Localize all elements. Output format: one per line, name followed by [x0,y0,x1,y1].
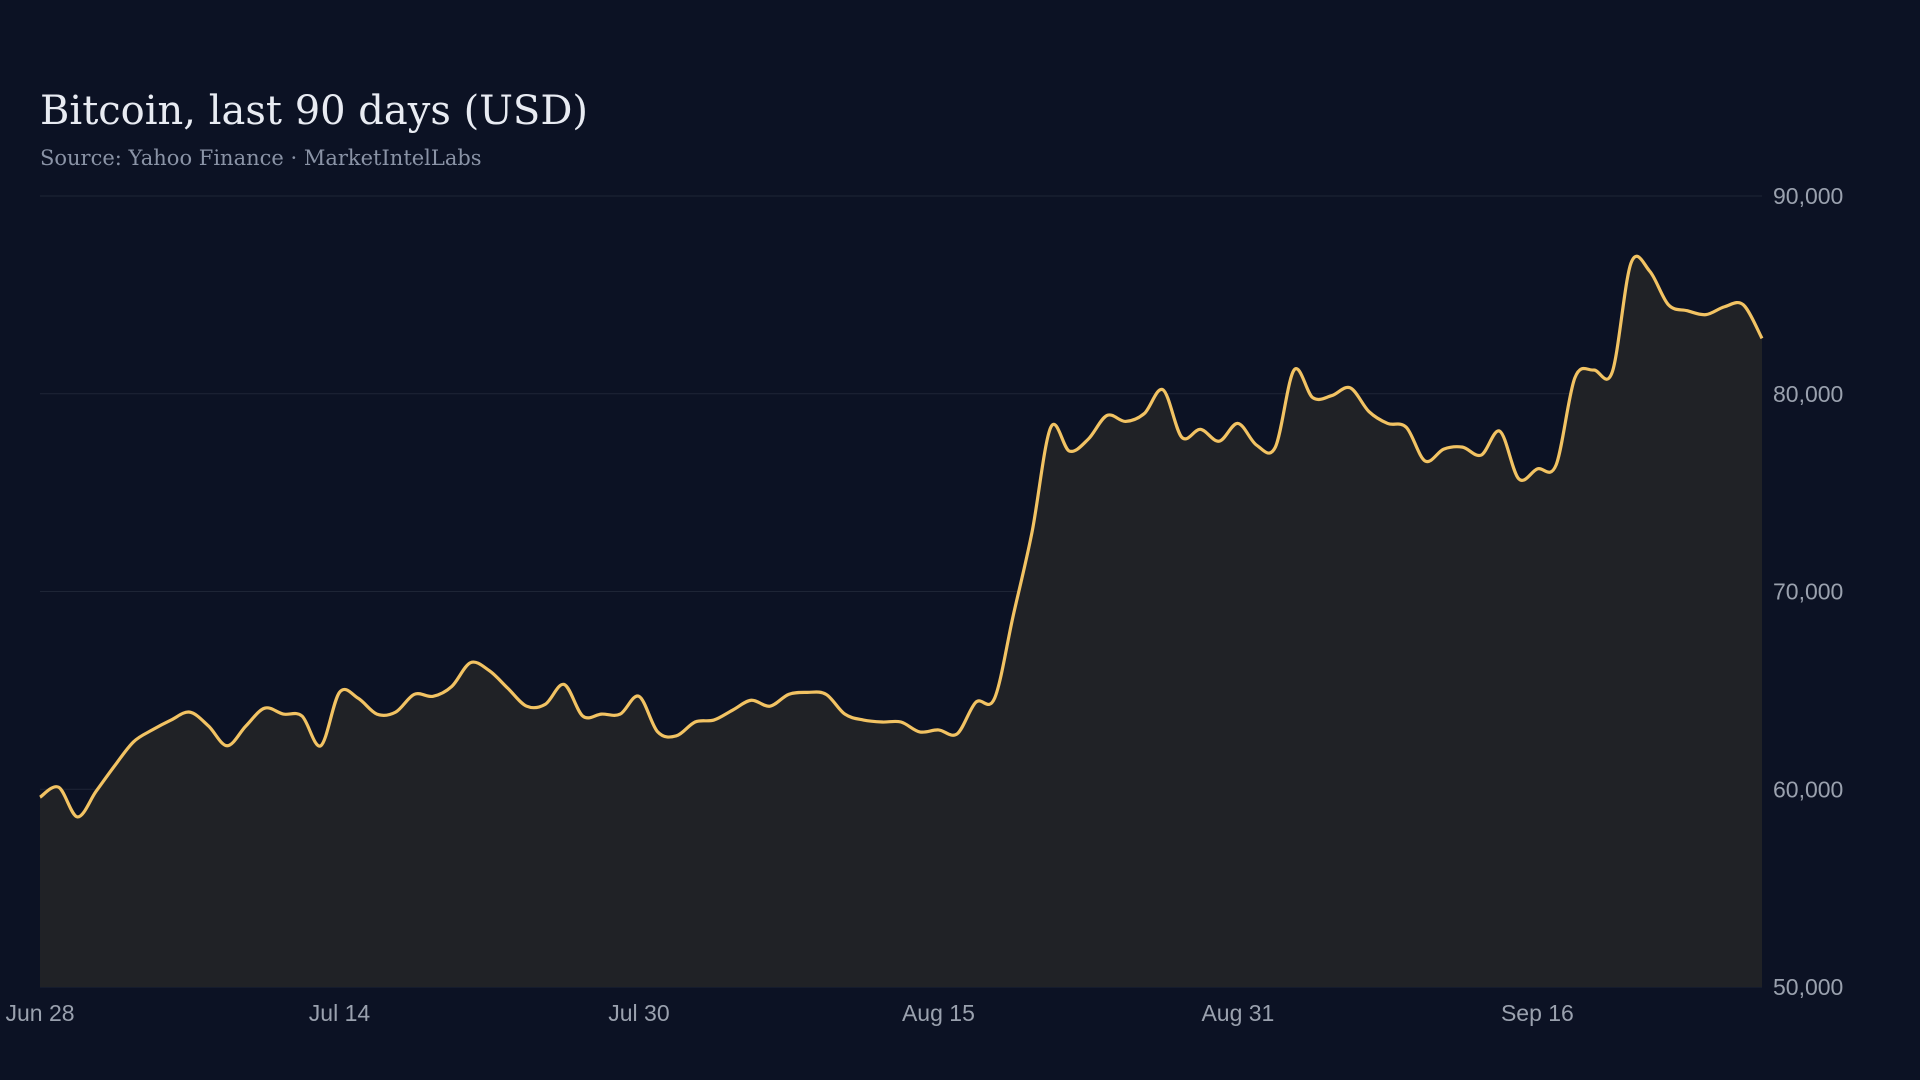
y-tick-label: 70,000 [1773,579,1843,605]
x-tick-label: Jul 14 [309,1000,371,1026]
x-tick-label: Jul 30 [608,1000,669,1026]
x-tick-label: Aug 15 [902,1000,975,1026]
bitcoin-price-chart: 50,000 60,000 70,000 80,000 90,000 Jun 28 Jul… [5,183,1843,1026]
y-tick-label: 60,000 [1773,776,1843,802]
x-axis-ticks: Jun 28 Jul 14 Jul 30 Aug 15 Aug 31 Sep 16 [5,1000,1573,1026]
price-area-fill [40,256,1762,987]
y-tick-label: 50,000 [1773,974,1843,1000]
y-axis-ticks: 50,000 60,000 70,000 80,000 90,000 [1773,183,1843,1000]
x-tick-label: Jun 28 [5,1000,74,1026]
y-tick-label: 90,000 [1773,183,1843,209]
x-tick-label: Sep 16 [1501,1000,1574,1026]
y-tick-label: 80,000 [1773,381,1843,407]
x-tick-label: Aug 31 [1201,1000,1274,1026]
